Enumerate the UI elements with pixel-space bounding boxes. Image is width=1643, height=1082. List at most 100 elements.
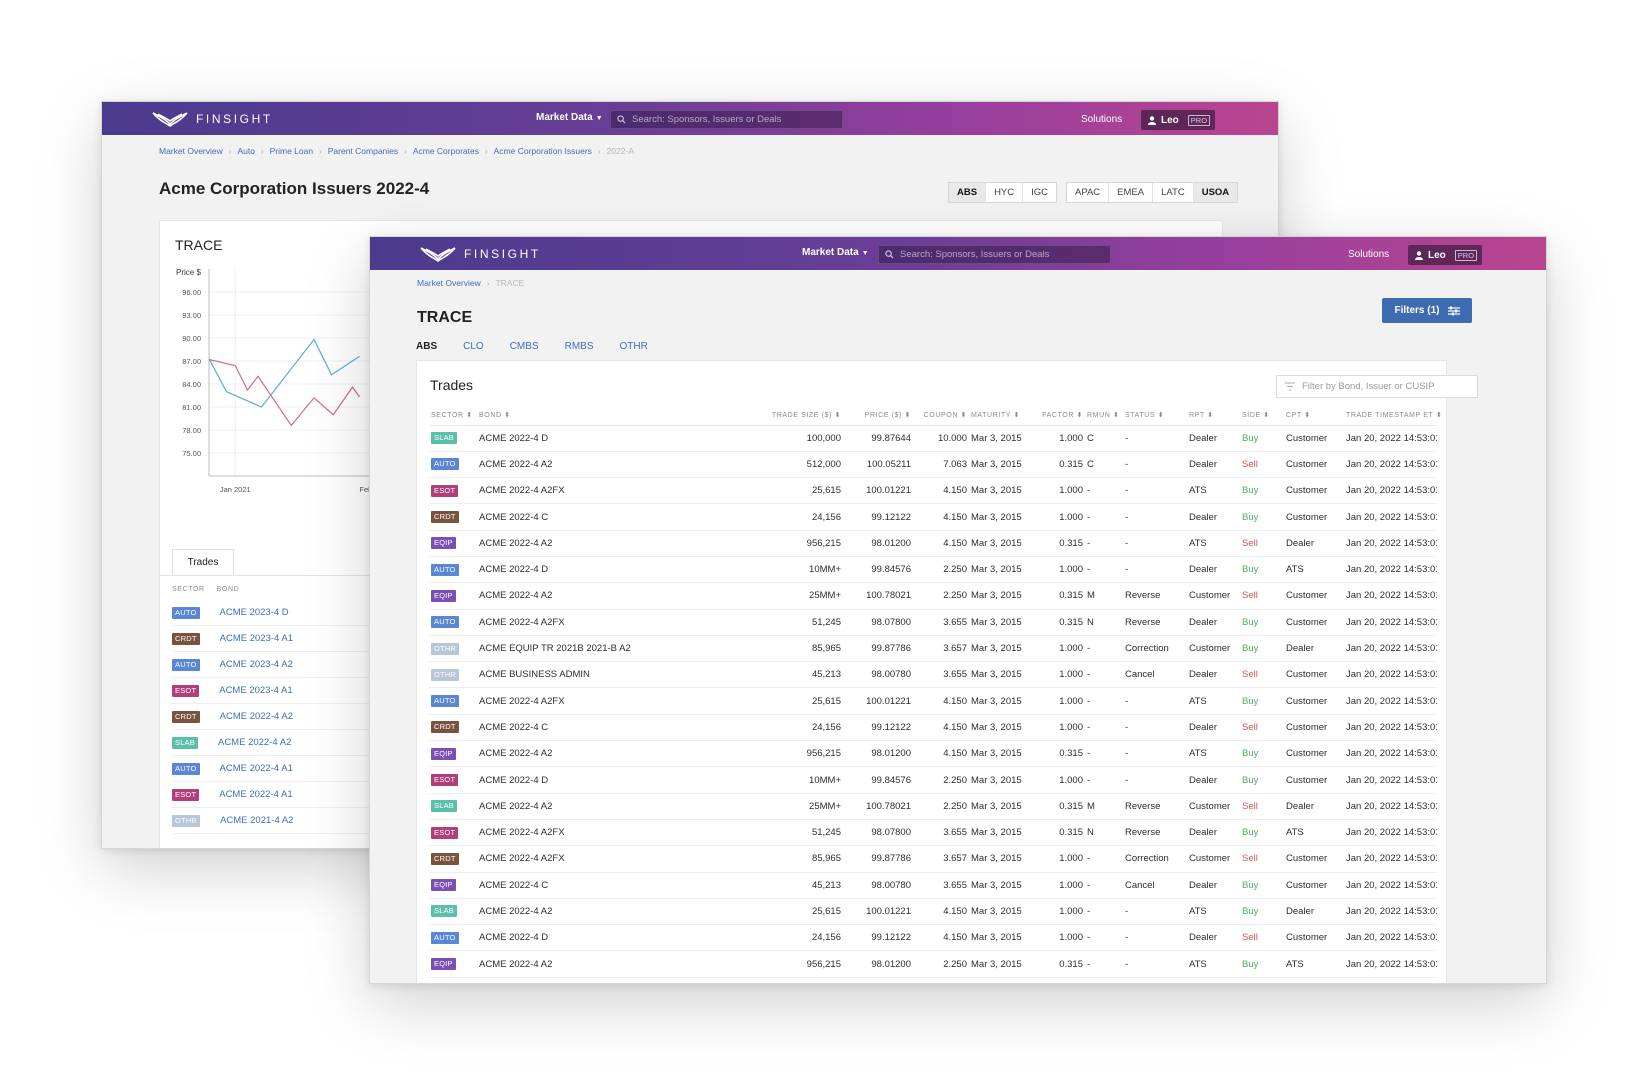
toggle-apac[interactable]: APAC	[1067, 183, 1110, 202]
col-factor[interactable]: FACTOR ⬍	[1035, 405, 1085, 426]
col-cpt[interactable]: CPT ⬍	[1284, 405, 1344, 426]
col-coupon[interactable]: COUPON ⬍	[913, 405, 969, 426]
col-sector[interactable]: SECTOR	[172, 586, 205, 593]
col-trade-timestamp-et[interactable]: TRADE TIMESTAMP ET ⬍	[1344, 405, 1442, 426]
filter-input[interactable]	[1302, 381, 1472, 392]
tab-rmbs[interactable]: RMBS	[565, 341, 594, 352]
tab-trades[interactable]: Trades	[172, 549, 234, 575]
table-row[interactable]: SLAB ACME 2022-4 A2 25,615 100.01221 4.150 Ma…	[429, 898, 1437, 926]
toggle-emea[interactable]: EMEA	[1109, 183, 1154, 202]
table-row[interactable]: ESOT ACME 2022-4 D 10MM+ 99.84576 2.250 Mar 3…	[429, 766, 1437, 794]
cell-bond[interactable]: ACME 2022-4 C	[477, 714, 727, 742]
table-row[interactable]: EQIP ACME 2022-4 A2 956,215 98.01200 4.150 Ma…	[429, 740, 1437, 768]
cell-bond[interactable]: ACME BUSINESS ADMIN	[477, 661, 727, 689]
list-item[interactable]: AUTO ACME 2023-4 D	[172, 600, 372, 626]
table-row[interactable]: CRDT ACME 2022-4 C 24,156 99.12122 4.150 Mar …	[429, 503, 1437, 531]
cell-bond[interactable]: ACME 2022-4 A2FX	[477, 477, 727, 505]
table-row[interactable]: EQIP ACME 2022-4 A2 956,215 98.01200 4.150 Ma…	[429, 530, 1437, 557]
solutions-link[interactable]: Solutions	[1348, 249, 1389, 260]
bond-link[interactable]: ACME 2021-4 A2	[220, 815, 293, 826]
cell-bond[interactable]: ACME 2022-4 D	[477, 766, 727, 794]
breadcrumb-item[interactable]: Acme Corporation Issuers	[494, 146, 592, 156]
list-item[interactable]: ESOT ACME 2023-4 A1	[172, 678, 372, 704]
cell-bond[interactable]: ACME 2022-4 A2	[477, 740, 727, 768]
user-menu[interactable]: Leo PRO	[1408, 245, 1482, 265]
list-item[interactable]: AUTO ACME 2022-4 A1	[172, 756, 372, 782]
col-rpt[interactable]: RPT ⬍	[1187, 405, 1240, 426]
col-bond[interactable]: BOND	[217, 586, 240, 593]
list-item[interactable]: SLAB ACME 2022-4 A2	[172, 730, 372, 756]
tab-othr[interactable]: OTHR	[620, 341, 648, 352]
breadcrumb-item[interactable]: Market Overview	[417, 278, 481, 288]
global-search[interactable]	[878, 245, 1111, 264]
breadcrumb-item[interactable]: Acme Corporates	[413, 146, 479, 156]
bond-link[interactable]: ACME 2023-4 A1	[220, 633, 293, 644]
filters-button[interactable]: Filters (1)	[1382, 298, 1472, 323]
search-input[interactable]	[900, 249, 1100, 260]
col-side[interactable]: SIDE ⬍	[1240, 405, 1284, 426]
table-row[interactable]: OTHR ACME EQUIP TR 2021B 2021-B A2 85,965 9…	[429, 635, 1437, 663]
col-bond[interactable]: BOND ⬍	[477, 405, 727, 426]
list-item[interactable]: ESOT ACME 2022-4 A1	[172, 782, 372, 808]
cell-bond[interactable]: ACME 2022-4 A2	[477, 898, 727, 926]
cell-bond[interactable]: ACME 2022-4 A2FX	[477, 609, 727, 636]
cell-bond[interactable]: ACME 2022-4 A2	[477, 582, 727, 610]
col-price[interactable]: PRICE ($) ⬍	[843, 405, 913, 426]
col-trade-size[interactable]: TRADE SIZE ($) ⬍	[727, 405, 843, 426]
bond-link[interactable]: ACME 2022-4 A1	[219, 789, 292, 800]
toggle-latc[interactable]: LATC	[1153, 183, 1194, 202]
col-status[interactable]: STATUS ⬍	[1123, 405, 1187, 426]
search-input[interactable]	[632, 114, 832, 125]
table-row[interactable]: EQIP ACME 2022-4 C 45,213 98.00780 3.655 Mar …	[429, 872, 1437, 899]
bond-link[interactable]: ACME 2023-4 A2	[220, 659, 293, 670]
cell-bond[interactable]: ACME EQUIP TR 2021B 2021-B A2	[477, 635, 727, 663]
finsight-logo[interactable]: FINSIGHT	[420, 244, 541, 264]
toggle-usoa[interactable]: USOA	[1193, 183, 1238, 202]
toggle-abs[interactable]: ABS	[949, 183, 987, 202]
toggle-igc[interactable]: IGC	[1023, 183, 1056, 202]
cell-bond[interactable]: ACME 2022-4 C	[477, 503, 727, 531]
bond-link[interactable]: ACME 2022-4 A2	[220, 711, 293, 722]
table-row[interactable]: EQIP ACME 2022-4 A2 25MM+ 100.78021 2.250 Mar…	[429, 582, 1437, 610]
tab-cmbs[interactable]: CMBS	[510, 341, 539, 352]
toggle-hyc[interactable]: HYC	[986, 183, 1024, 202]
bond-link[interactable]: ACME 2023-4 D	[220, 607, 289, 618]
cell-bond[interactable]: ACME 2022-4 A2FX	[477, 819, 727, 847]
table-row[interactable]: EQIP ACME 2022-4 A2 956,215 98.01200 2.250 Ma…	[429, 950, 1437, 978]
bond-link[interactable]: ACME 2022-4 A2	[218, 737, 291, 748]
tab-clo[interactable]: CLO	[463, 341, 484, 352]
breadcrumb-item[interactable]: Prime Loan	[270, 146, 313, 156]
table-row[interactable]: SLAB ACME 2022-4 A2 25MM+ 100.78021 2.250 Mar…	[429, 793, 1437, 820]
trade-filter[interactable]	[1276, 375, 1478, 398]
table-row[interactable]: ESOT ACME 2022-4 A2FX 51,245 98.07800 3.655 M…	[429, 819, 1437, 847]
cell-bond[interactable]: ACME 2022-4 D	[477, 924, 727, 952]
breadcrumb-item[interactable]: Parent Companies	[328, 146, 398, 156]
cell-bond[interactable]: ACME 2022-4 C	[477, 872, 727, 899]
col-rmun[interactable]: RMUN ⬍	[1085, 405, 1123, 426]
tab-abs[interactable]: ABS	[416, 341, 437, 352]
col-maturity[interactable]: MATURITY ⬍	[969, 405, 1035, 426]
cell-bond[interactable]: ACME 2022-4 A2	[477, 793, 727, 820]
cell-bond[interactable]: ACME 2022-4 A2FX	[477, 845, 727, 873]
table-row[interactable]: AUTO ACME 2022-4 D 10MM+ 99.84576 2.250 Mar 3…	[429, 556, 1437, 584]
user-menu[interactable]: Leo PRO	[1141, 110, 1215, 130]
col-sector[interactable]: SECTOR ⬍	[429, 405, 477, 426]
table-row[interactable]: OTHR ACME BUSINESS ADMIN 45,213 98.00780 3.6…	[429, 661, 1437, 689]
cell-bond[interactable]: ACME 2022-4 A2	[477, 950, 727, 978]
market-data-menu[interactable]: Market Data ▼	[536, 112, 603, 123]
market-data-menu[interactable]: Market Data ▼	[802, 247, 869, 258]
list-item[interactable]: OTHR ACME 2021-4 A2	[172, 808, 372, 834]
breadcrumb-item[interactable]: Market Overview	[159, 146, 223, 156]
table-row[interactable]: CRDT ACME 2022-4 C 24,156 99.12122 4.150 Mar …	[429, 714, 1437, 742]
table-row[interactable]: CRDT ACME 2022-4 A2FX 85,965 99.87786 3.657 M…	[429, 845, 1437, 873]
cell-bond[interactable]: ACME 2022-4 A2	[477, 451, 727, 479]
table-row[interactable]: AUTO ACME 2022-4 D 24,156 99.12122 4.150 Mar …	[429, 924, 1437, 952]
table-row[interactable]: AUTO ACME 2022-4 A2FX 51,245 98.07800 3.655 M…	[429, 609, 1437, 636]
list-item[interactable]: AUTO ACME 2023-4 A2	[172, 652, 372, 678]
bond-link[interactable]: ACME 2023-4 A1	[219, 685, 292, 696]
finsight-logo[interactable]: FINSIGHT	[152, 109, 273, 129]
table-row[interactable]: AUTO ACME 2022-4 A2FX 25,615 100.01221 4.150…	[429, 687, 1437, 715]
cell-bond[interactable]: ACME 2022-4 D	[477, 425, 727, 452]
table-row[interactable]: SLAB ACME 2022-4 D 100,000 99.87644 10.000 Ma…	[429, 425, 1437, 452]
list-item[interactable]: CRDT ACME 2022-4 A2	[172, 704, 372, 730]
